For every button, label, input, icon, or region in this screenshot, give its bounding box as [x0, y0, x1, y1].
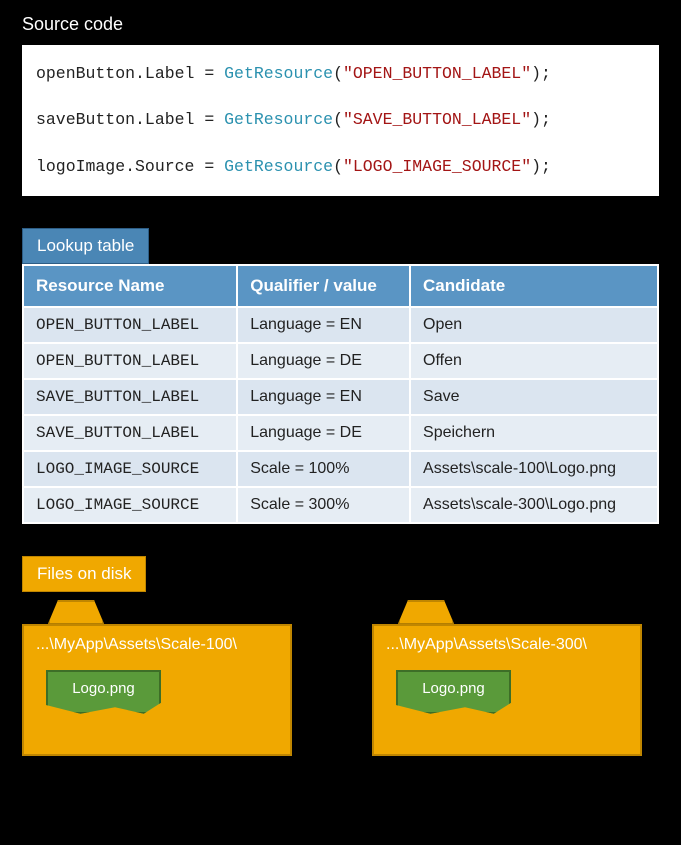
table-row: SAVE_BUTTON_LABEL Language = EN Save	[23, 379, 658, 415]
cell-qualifier: Scale = 300%	[237, 487, 410, 523]
table-row: LOGO_IMAGE_SOURCE Scale = 300% Assets\sc…	[23, 487, 658, 523]
code-lhs: openButton.Label =	[36, 64, 224, 83]
cell-resource-name: OPEN_BUTTON_LABEL	[23, 343, 237, 379]
cell-resource-name: LOGO_IMAGE_SOURCE	[23, 487, 237, 523]
file-icon: Logo.png	[46, 670, 161, 714]
code-line: saveButton.Label = GetResource("SAVE_BUT…	[36, 109, 645, 131]
code-lhs: saveButton.Label =	[36, 110, 224, 129]
folder-path: ...\MyApp\Assets\Scale-100\	[36, 636, 278, 654]
cell-resource-name: SAVE_BUTTON_LABEL	[23, 415, 237, 451]
code-fn: GetResource	[224, 64, 333, 83]
source-code-title: Source code	[22, 14, 681, 35]
code-fn: GetResource	[224, 110, 333, 129]
table-row: OPEN_BUTTON_LABEL Language = DE Offen	[23, 343, 658, 379]
cell-resource-name: SAVE_BUTTON_LABEL	[23, 379, 237, 415]
cell-qualifier: Language = EN	[237, 379, 410, 415]
col-candidate: Candidate	[410, 265, 658, 307]
cell-candidate: Assets\scale-100\Logo.png	[410, 451, 658, 487]
folder-icon: ...\MyApp\Assets\Scale-100\ Logo.png	[22, 600, 292, 756]
cell-candidate: Speichern	[410, 415, 658, 451]
source-code-block: openButton.Label = GetResource("OPEN_BUT…	[22, 45, 659, 196]
table-row: LOGO_IMAGE_SOURCE Scale = 100% Assets\sc…	[23, 451, 658, 487]
code-line: openButton.Label = GetResource("OPEN_BUT…	[36, 63, 645, 85]
cell-candidate: Save	[410, 379, 658, 415]
code-arg: "LOGO_IMAGE_SOURCE"	[343, 157, 531, 176]
folder-tab-icon	[48, 600, 104, 624]
cell-qualifier: Scale = 100%	[237, 451, 410, 487]
cell-qualifier: Language = DE	[237, 415, 410, 451]
files-on-disk-badge: Files on disk	[22, 556, 146, 592]
lookup-table-badge: Lookup table	[22, 228, 149, 264]
code-arg: "OPEN_BUTTON_LABEL"	[343, 64, 531, 83]
col-qualifier: Qualifier / value	[237, 265, 410, 307]
table-row: OPEN_BUTTON_LABEL Language = EN Open	[23, 307, 658, 343]
cell-qualifier: Language = EN	[237, 307, 410, 343]
file-name: Logo.png	[422, 680, 485, 697]
code-arg: "SAVE_BUTTON_LABEL"	[343, 110, 531, 129]
code-lhs: logoImage.Source =	[36, 157, 224, 176]
cell-candidate: Offen	[410, 343, 658, 379]
file-name: Logo.png	[72, 680, 135, 697]
col-resource-name: Resource Name	[23, 265, 237, 307]
folder-tab-icon	[398, 600, 454, 624]
table-row: SAVE_BUTTON_LABEL Language = DE Speicher…	[23, 415, 658, 451]
cell-resource-name: LOGO_IMAGE_SOURCE	[23, 451, 237, 487]
folder-icon: ...\MyApp\Assets\Scale-300\ Logo.png	[372, 600, 642, 756]
cell-qualifier: Language = DE	[237, 343, 410, 379]
code-fn: GetResource	[224, 157, 333, 176]
code-line: logoImage.Source = GetResource("LOGO_IMA…	[36, 156, 645, 178]
cell-candidate: Open	[410, 307, 658, 343]
cell-candidate: Assets\scale-300\Logo.png	[410, 487, 658, 523]
cell-resource-name: OPEN_BUTTON_LABEL	[23, 307, 237, 343]
lookup-table: Resource Name Qualifier / value Candidat…	[22, 264, 659, 524]
folder-path: ...\MyApp\Assets\Scale-300\	[386, 636, 628, 654]
file-icon: Logo.png	[396, 670, 511, 714]
